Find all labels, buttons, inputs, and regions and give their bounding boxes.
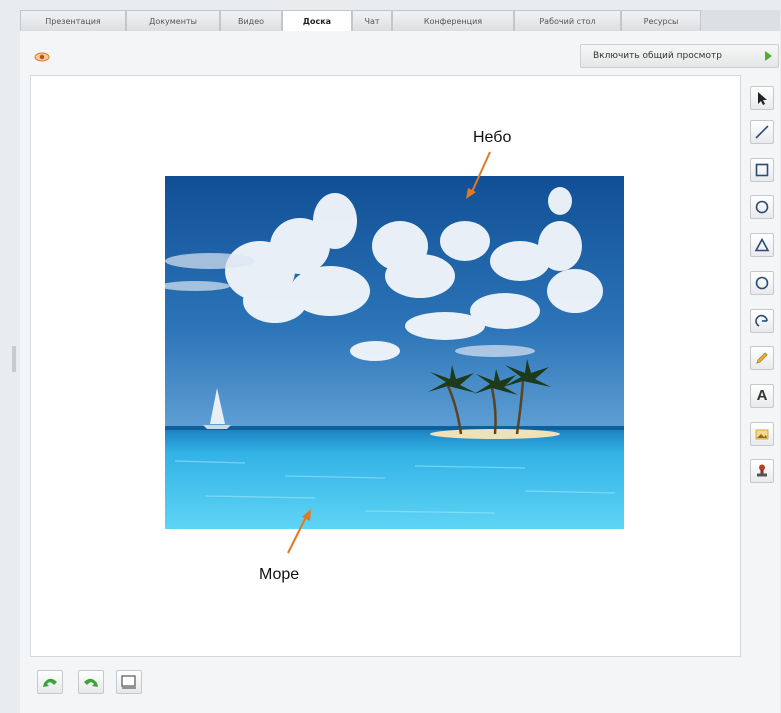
- board-image[interactable]: [165, 176, 624, 529]
- eye-icon: [34, 52, 50, 62]
- undo-button[interactable]: [37, 670, 63, 694]
- ellipse-icon: [755, 200, 769, 214]
- play-icon: [765, 51, 772, 61]
- tool-rotate[interactable]: [750, 309, 774, 333]
- tool-pencil[interactable]: [750, 346, 774, 370]
- tab-conference[interactable]: Конференция: [392, 10, 514, 31]
- tool-text[interactable]: A: [750, 384, 774, 408]
- rectangle-icon: [755, 163, 769, 177]
- tool-insert-image[interactable]: [750, 422, 774, 446]
- circle-icon: [755, 276, 769, 290]
- insert-image-icon: [755, 429, 769, 440]
- clear-board-button[interactable]: [116, 670, 142, 694]
- select-icon: [758, 92, 767, 105]
- tab-board[interactable]: Доска: [282, 10, 352, 32]
- stamp-icon: [757, 464, 767, 477]
- redo-icon: [84, 678, 98, 687]
- tool-ellipse[interactable]: [750, 195, 774, 219]
- tab-desktop[interactable]: Рабочий стол: [514, 10, 621, 31]
- tab-resources[interactable]: Ресурсы: [621, 10, 701, 31]
- rotate-icon: [755, 314, 768, 327]
- tool-circle[interactable]: [750, 271, 774, 295]
- annotation-sky-label[interactable]: Небо: [473, 129, 511, 147]
- panel-resize-handle[interactable]: [12, 346, 16, 372]
- clear-board-icon: [121, 675, 136, 689]
- tab-presentation[interactable]: Презентация: [20, 10, 126, 31]
- tab-bar: Презентация Документы Видео Доска Чат Ко…: [20, 10, 780, 32]
- tool-triangle[interactable]: [750, 233, 774, 257]
- view-toggle-button[interactable]: [32, 48, 52, 66]
- annotation-arrow-sea[interactable]: [282, 507, 316, 557]
- tab-chat[interactable]: Чат: [352, 10, 392, 31]
- tool-stamp[interactable]: [750, 459, 774, 483]
- tool-select[interactable]: [750, 86, 774, 110]
- share-button-label: Включить общий просмотр: [593, 51, 722, 61]
- tool-line[interactable]: [750, 120, 774, 144]
- tab-documents[interactable]: Документы: [126, 10, 220, 31]
- pencil-icon: [756, 352, 768, 364]
- enable-shared-view-button[interactable]: Включить общий просмотр: [580, 44, 779, 68]
- redo-button[interactable]: [78, 670, 104, 694]
- annotation-arrow-sky[interactable]: [462, 150, 496, 202]
- text-icon: A: [756, 387, 768, 404]
- undo-icon: [43, 678, 57, 687]
- tropical-island-picture: [165, 176, 624, 529]
- tab-video[interactable]: Видео: [220, 10, 282, 31]
- line-icon: [755, 125, 769, 139]
- annotation-sea-label[interactable]: Море: [259, 566, 299, 584]
- tool-rectangle[interactable]: [750, 158, 774, 182]
- triangle-icon: [754, 237, 770, 252]
